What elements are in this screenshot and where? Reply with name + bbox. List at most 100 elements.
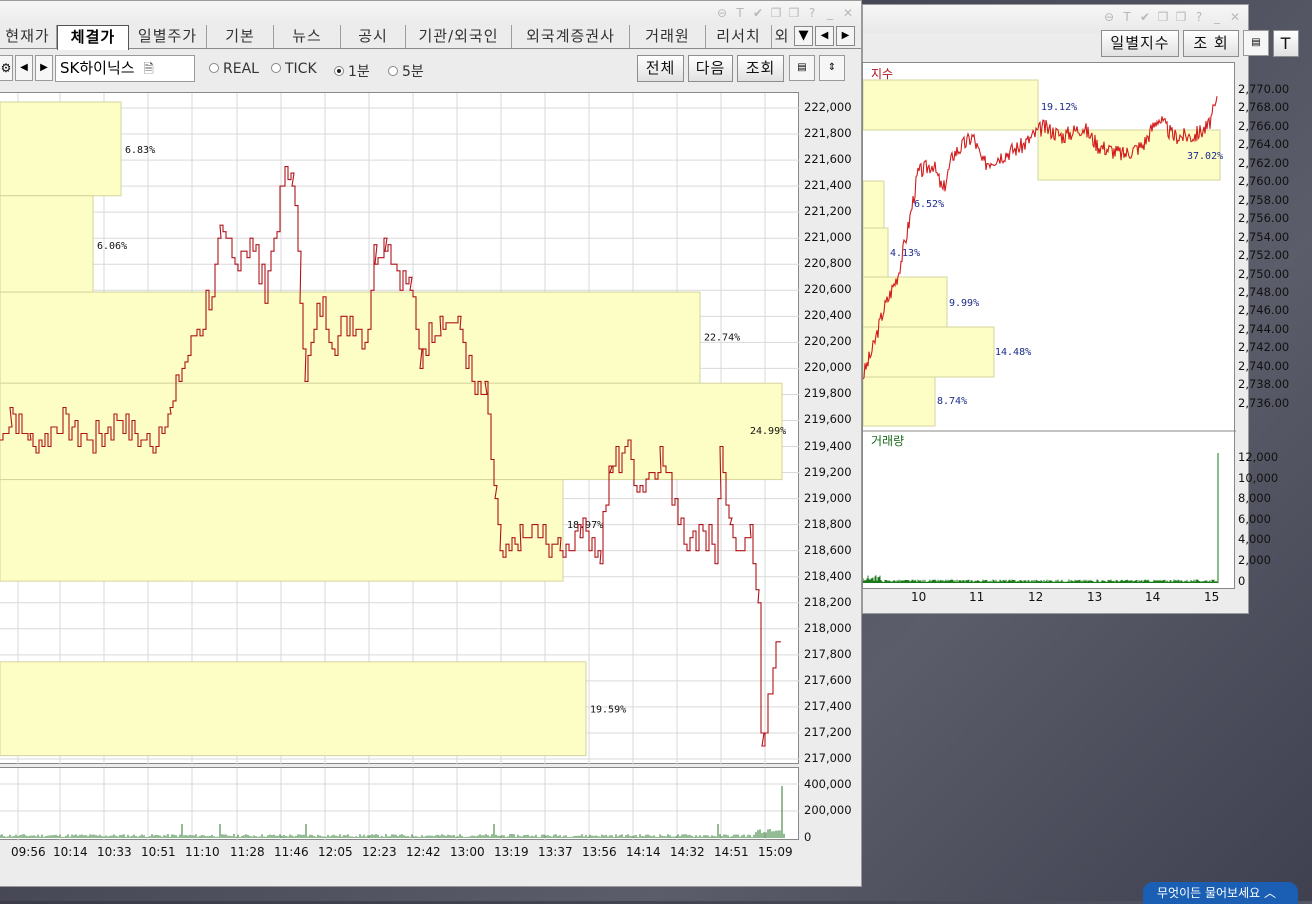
volume-tick-label: 200,000: [804, 803, 852, 817]
index-tick-label: 2,744.00: [1238, 321, 1290, 336]
check-icon[interactable]: ✔: [1138, 10, 1152, 24]
index-volume-profile-label: 6.52%: [914, 199, 944, 210]
price-tick-label: 219,800: [804, 386, 852, 401]
index-time-tick-label: 13: [1087, 590, 1103, 604]
index-tool-button[interactable]: T: [1273, 30, 1299, 57]
radio-1min[interactable]: 1분: [334, 61, 370, 81]
tab-institution-foreign[interactable]: 기관/외국인: [406, 25, 512, 48]
restore-icon[interactable]: ❐: [787, 6, 801, 20]
price-tick-label: 220,600: [804, 282, 852, 297]
time-tick-label: 15:09: [758, 845, 793, 859]
index-tick-label: 2,740.00: [1238, 358, 1290, 373]
price-tick-label: 220,400: [804, 308, 852, 323]
radio-label: TICK: [285, 61, 317, 77]
price-tick-label: 217,600: [804, 672, 852, 687]
price-tick-label: 217,800: [804, 646, 852, 661]
query-button[interactable]: 조회: [737, 55, 784, 82]
minimize-icon[interactable]: _: [1210, 10, 1224, 24]
close-icon[interactable]: ✕: [1228, 10, 1242, 24]
price-tick-label: 220,200: [804, 334, 852, 349]
tab-current-price[interactable]: 현재가: [0, 25, 57, 48]
tab-basic[interactable]: 기본: [207, 25, 274, 48]
radio-real[interactable]: REAL: [209, 61, 259, 77]
sort-updown-icon[interactable]: ⇕: [819, 55, 845, 81]
volume-profile-label: 22.74%: [704, 332, 740, 343]
help-icon[interactable]: ?: [805, 6, 819, 20]
tab-next-icon[interactable]: ▶: [836, 26, 855, 46]
volume-profile-label: 6.83%: [125, 145, 155, 156]
volume-tick-label: 0: [804, 830, 812, 844]
index-tick-label: 2,758.00: [1238, 192, 1290, 207]
index-tick-label: 2,760.00: [1238, 174, 1290, 189]
next-button[interactable]: 다음: [688, 55, 733, 82]
check-icon[interactable]: ✔: [751, 6, 765, 20]
time-tick-label: 10:14: [53, 845, 88, 859]
copy-icon[interactable]: ❐: [1156, 10, 1170, 24]
prev-stock-icon[interactable]: ◀: [15, 55, 33, 81]
tab-broker[interactable]: 거래원: [630, 25, 706, 48]
bar-chart-icon[interactable]: ▤: [789, 55, 815, 81]
index-volume-profile-label: 8.74%: [937, 396, 967, 407]
time-tick-label: 13:56: [582, 845, 617, 859]
time-tick-label: 13:00: [450, 845, 485, 859]
tab-daily-price[interactable]: 일별주가: [129, 25, 207, 48]
price-tick-label: 218,400: [804, 568, 852, 583]
link-icon[interactable]: ⊖: [1102, 10, 1116, 24]
tab-news[interactable]: 뉴스: [274, 25, 341, 48]
volume-tick-label: 400,000: [804, 777, 852, 791]
help-icon[interactable]: ?: [1192, 10, 1206, 24]
price-tick-label: 221,800: [804, 126, 852, 141]
index-window-titlebar: ⊖ T ✔ ❐ ❐ ? _ ✕: [863, 5, 1248, 33]
restore-icon[interactable]: ❐: [1174, 10, 1188, 24]
time-tick-label: 12:23: [362, 845, 397, 859]
index-tick-label: 2,766.00: [1238, 118, 1290, 133]
volume-profile-bar: [0, 195, 94, 293]
time-tick-label: 09:56: [11, 845, 46, 859]
daily-index-button[interactable]: 일별지수: [1101, 30, 1179, 57]
triangle-down-icon[interactable]: ▼: [794, 26, 813, 46]
index-volume-profile-bar: [863, 79, 1039, 131]
index-volume-title: 거래량: [871, 434, 905, 448]
index-chart-svg: 19.12% 37.02% 6.52% 4.13% 9.99% 14.48% 8.74%: [863, 79, 1236, 583]
tab-executed-price[interactable]: 체결가: [57, 25, 129, 50]
close-icon[interactable]: ✕: [841, 6, 855, 20]
text-tool-icon[interactable]: T: [733, 6, 747, 20]
index-tick-label: 2,762.00: [1238, 155, 1290, 170]
tab-research[interactable]: 리서치: [706, 25, 772, 48]
text-tool-icon[interactable]: T: [1120, 10, 1134, 24]
next-stock-icon[interactable]: ▶: [35, 55, 53, 81]
price-tick-label: 220,000: [804, 360, 852, 375]
copy-icon[interactable]: ❐: [769, 6, 783, 20]
price-tick-label: 219,400: [804, 438, 852, 453]
volume-profile-bar: [0, 479, 564, 582]
window-controls: ⊖ T ✔ ❐ ❐ ? _ ✕: [1102, 10, 1242, 24]
link-icon[interactable]: ⊖: [715, 6, 729, 20]
tab-prev-icon[interactable]: ◀: [815, 26, 834, 46]
index-query-button[interactable]: 조 회: [1183, 30, 1239, 57]
time-tick-label: 14:14: [626, 845, 661, 859]
all-button[interactable]: 전체: [637, 55, 684, 82]
index-bar-icon[interactable]: ▤: [1243, 30, 1269, 56]
tab-foreign-securities[interactable]: 외국계증권사: [512, 25, 630, 48]
price-tick-label: 219,600: [804, 412, 852, 427]
document-icon[interactable]: 🗎: [143, 62, 153, 77]
radio-tick[interactable]: TICK: [271, 61, 317, 77]
index-tick-label: 2,768.00: [1238, 100, 1290, 115]
index-volume-profile-label: 14.48%: [995, 347, 1031, 358]
index-volume-profile-label: 37.02%: [1187, 151, 1223, 162]
settings-gear-icon[interactable]: ⚙: [0, 55, 13, 81]
stock-name-field[interactable]: SK하이닉스 🗎: [55, 55, 195, 82]
tab-bar: 현재가 체결가 일별주가 기본 뉴스 공시 기관/외국인 외국계증권사 거래원 …: [0, 25, 861, 50]
price-tick-label: 221,200: [804, 204, 852, 219]
radio-5min[interactable]: 5분: [388, 61, 424, 81]
index-time-tick-label: 12: [1028, 590, 1044, 604]
chevron-up-icon: ︿: [1264, 886, 1277, 900]
tab-more[interactable]: 외: [772, 25, 792, 48]
volume-chart-panel: [0, 767, 799, 841]
tab-disclosure[interactable]: 공시: [341, 25, 406, 48]
volume-chart-svg: [0, 768, 799, 841]
minimize-icon[interactable]: _: [823, 6, 837, 20]
ai-chip-label: 무엇이든 물어보세요: [1157, 886, 1261, 900]
index-tick-label: 2,770.00: [1238, 82, 1290, 96]
index-volume-tick-label: 4,000: [1238, 532, 1271, 546]
